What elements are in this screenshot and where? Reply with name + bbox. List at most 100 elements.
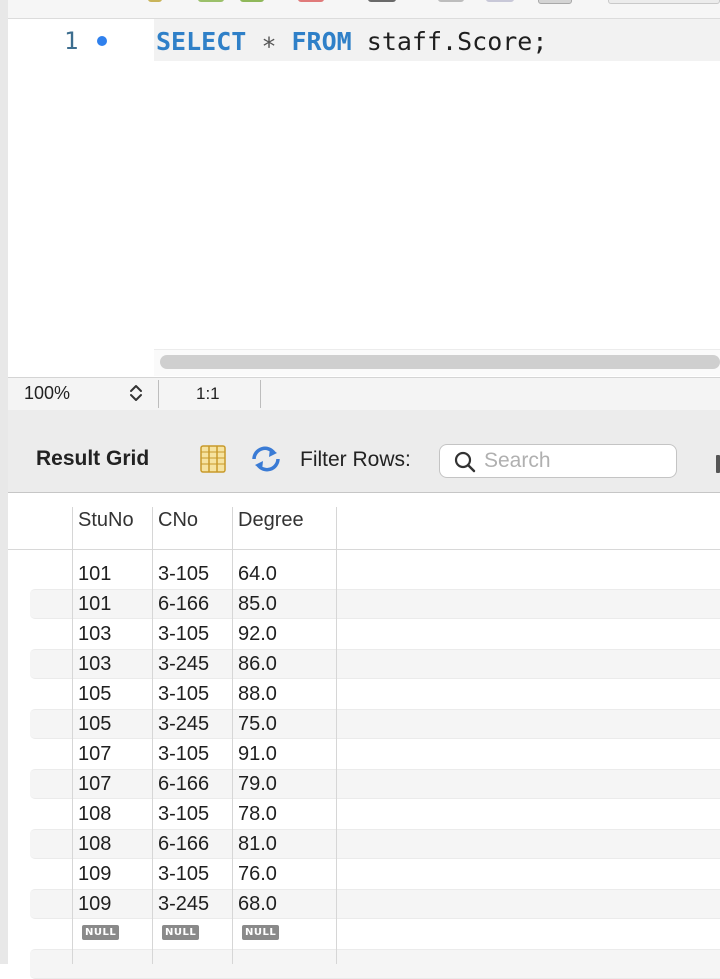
result-grid-tab[interactable]: Result Grid	[36, 447, 149, 471]
grid-cell[interactable]: 68.0	[238, 893, 277, 916]
toolbar-icon[interactable]	[198, 0, 224, 2]
result-toolbar: Result Grid Filter Rows:	[8, 410, 720, 493]
grid-cell[interactable]: 105	[78, 713, 111, 736]
column-header-degree[interactable]: Degree	[238, 509, 304, 532]
grid-cell[interactable]: 109	[78, 863, 111, 886]
grid-cell[interactable]: 3-105	[158, 623, 209, 646]
grid-cell[interactable]: 64.0	[238, 563, 277, 586]
grid-columns-icon[interactable]	[200, 445, 226, 478]
refresh-icon[interactable]	[250, 445, 282, 478]
table-row[interactable]: 105 3-105 88.0	[8, 678, 720, 708]
filter-search-box[interactable]	[439, 444, 677, 478]
grid-cell[interactable]: 101	[78, 593, 111, 616]
table-row[interactable]: 107 3-105 91.0	[8, 738, 720, 768]
null-badge[interactable]: NULL	[162, 925, 200, 940]
star-operator: ∗	[261, 27, 277, 56]
toolbar-icon[interactable]	[148, 0, 162, 2]
horizontal-scrollbar[interactable]	[160, 355, 720, 369]
grid-cell[interactable]: 6-166	[158, 833, 209, 856]
keyword-select: SELECT	[156, 27, 247, 56]
statement-marker-icon[interactable]	[97, 36, 107, 46]
grid-cell[interactable]: 86.0	[238, 653, 277, 676]
new-row[interactable]: NULL NULL NULL	[8, 918, 720, 948]
column-divider	[152, 507, 153, 964]
grid-cell[interactable]: 3-245	[158, 653, 209, 676]
grid-cell[interactable]: 103	[78, 653, 111, 676]
grid-cell[interactable]: 88.0	[238, 683, 277, 706]
toolbar-icon[interactable]	[240, 0, 264, 2]
grid-cell[interactable]: 76.0	[238, 863, 277, 886]
table-row[interactable]: 108 6-166 81.0	[8, 828, 720, 859]
toolbar-overflow-icon[interactable]	[716, 455, 720, 473]
grid-cell[interactable]: 3-245	[158, 893, 209, 916]
table-reference: staff.Score;	[366, 27, 548, 56]
row-stripe	[30, 949, 720, 979]
grid-cell[interactable]: 75.0	[238, 713, 277, 736]
sql-statement[interactable]: SELECT ∗ FROM staff.Score;	[156, 27, 547, 56]
empty-row	[8, 948, 720, 979]
null-badge[interactable]: NULL	[82, 925, 120, 940]
row-stripe	[30, 769, 720, 799]
toolbar-icon[interactable]	[298, 0, 324, 2]
grid-cell[interactable]: 78.0	[238, 803, 277, 826]
zoom-level[interactable]: 100%	[24, 383, 70, 404]
table-row[interactable]: 103 3-105 92.0	[8, 618, 720, 648]
editor-status-bar: 100% 1:1	[8, 377, 720, 411]
toolbar-icon[interactable]	[538, 0, 572, 4]
column-divider	[72, 507, 73, 964]
grid-cell[interactable]: 109	[78, 893, 111, 916]
table-row[interactable]: 103 3-245 86.0	[8, 648, 720, 679]
grid-cell[interactable]: 3-105	[158, 803, 209, 826]
divider	[158, 380, 159, 408]
row-stripe	[30, 889, 720, 919]
grid-cell[interactable]: 3-105	[158, 863, 209, 886]
grid-cell[interactable]: 6-166	[158, 773, 209, 796]
grid-cell[interactable]: 79.0	[238, 773, 277, 796]
grid-cell[interactable]: 92.0	[238, 623, 277, 646]
table-row[interactable]: 107 6-166 79.0	[8, 768, 720, 799]
column-header-stuno[interactable]: StuNo	[78, 509, 134, 532]
line-number: 1	[64, 27, 79, 55]
toolbar-icon[interactable]	[368, 0, 396, 2]
toolbar-icon[interactable]	[608, 0, 720, 4]
column-divider	[336, 507, 337, 964]
table-row[interactable]: 109 3-245 68.0	[8, 888, 720, 919]
grid-cell[interactable]: 3-105	[158, 683, 209, 706]
row-stripe	[30, 709, 720, 739]
current-line-highlight[interactable]: SELECT ∗ FROM staff.Score;	[154, 19, 720, 61]
search-icon	[454, 451, 476, 478]
grid-cell[interactable]: 107	[78, 743, 111, 766]
row-stripe	[30, 829, 720, 859]
grid-cell[interactable]: 3-105	[158, 563, 209, 586]
toolbar-icon[interactable]	[486, 0, 514, 2]
divider	[260, 380, 261, 408]
grid-header: StuNo CNo Degree	[8, 493, 720, 550]
search-input[interactable]	[484, 448, 664, 474]
grid-cell[interactable]: 105	[78, 683, 111, 706]
table-row[interactable]: 101 3-105 64.0	[8, 558, 720, 588]
null-badge[interactable]: NULL	[242, 925, 280, 940]
grid-cell[interactable]: 3-105	[158, 743, 209, 766]
grid-cell[interactable]: 108	[78, 803, 111, 826]
grid-cell[interactable]: 6-166	[158, 593, 209, 616]
grid-cell[interactable]: 101	[78, 563, 111, 586]
column-header-cno[interactable]: CNo	[158, 509, 198, 532]
grid-cell[interactable]: 107	[78, 773, 111, 796]
grid-cell[interactable]: 108	[78, 833, 111, 856]
table-row[interactable]: 108 3-105 78.0	[8, 798, 720, 828]
grid-cell[interactable]: 81.0	[238, 833, 277, 856]
toolbar-icon[interactable]	[438, 0, 464, 2]
table-row[interactable]: 101 6-166 85.0	[8, 588, 720, 619]
grid-cell[interactable]: 85.0	[238, 593, 277, 616]
table-row[interactable]: 109 3-105 76.0	[8, 858, 720, 888]
grid-cell[interactable]: 3-245	[158, 713, 209, 736]
cursor-position: 1:1	[196, 384, 220, 403]
window-left-edge	[0, 0, 8, 964]
sql-editor[interactable]: 1 SELECT ∗ FROM staff.Score;	[8, 19, 720, 377]
grid-cell[interactable]: 91.0	[238, 743, 277, 766]
grid-cell[interactable]: 103	[78, 623, 111, 646]
filter-rows-label: Filter Rows:	[300, 448, 411, 471]
zoom-stepper-icon[interactable]	[126, 381, 146, 405]
row-stripe	[30, 649, 720, 679]
table-row[interactable]: 105 3-245 75.0	[8, 708, 720, 739]
